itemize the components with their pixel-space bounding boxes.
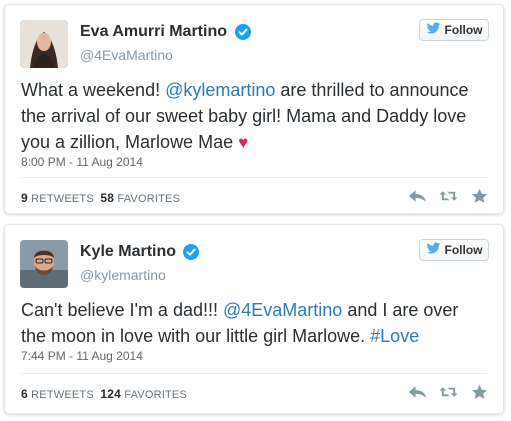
twitter-bird-icon (426, 22, 441, 38)
display-name[interactable]: Kyle Martino (80, 243, 176, 261)
retweets-label[interactable]: RETWEETS (31, 193, 94, 205)
favorite-count[interactable]: 58 (100, 191, 114, 205)
tweet-actions (408, 188, 489, 204)
favorites-label[interactable]: FAVORITES (117, 193, 180, 205)
tweet-stats: 9 RETWEETS 58 FAVORITES (21, 191, 180, 205)
avatar[interactable] (20, 20, 68, 68)
favorite-star-icon[interactable] (470, 188, 489, 204)
tweet-timestamp[interactable]: 7:44 PM - 11 Aug 2014 (21, 349, 143, 363)
reply-icon[interactable] (408, 188, 427, 204)
tweet-timestamp[interactable]: 8:00 PM - 11 Aug 2014 (21, 155, 143, 169)
retweet-icon[interactable] (439, 384, 458, 400)
retweet-count[interactable]: 9 (21, 191, 28, 205)
heart-emoji-icon: ♥ (238, 133, 249, 152)
verified-badge-icon (183, 244, 199, 260)
retweets-label[interactable]: RETWEETS (31, 389, 94, 401)
tweet-text-part: What a weekend! (21, 80, 166, 100)
retweet-icon[interactable] (439, 188, 458, 204)
tweet-card: Kyle Martino @kylemartino Follow Can't b… (4, 224, 504, 414)
follow-button[interactable]: Follow (419, 239, 489, 261)
mention-link[interactable]: @kylemartino (165, 80, 275, 100)
avatar[interactable] (20, 240, 68, 288)
twitter-bird-icon (426, 242, 441, 258)
divider (21, 177, 487, 178)
verified-badge-icon (235, 24, 251, 40)
favorite-count[interactable]: 124 (100, 387, 121, 401)
follow-label: Follow (444, 243, 483, 257)
favorites-label[interactable]: FAVORITES (124, 389, 187, 401)
user-handle[interactable]: @kylemartino (80, 267, 166, 283)
tweet-text: Can't believe I'm a dad!!! @4EvaMartino … (21, 297, 487, 349)
tweet-actions (408, 384, 489, 400)
divider (21, 373, 487, 374)
reply-icon[interactable] (408, 384, 427, 400)
follow-button[interactable]: Follow (419, 19, 489, 41)
follow-label: Follow (444, 23, 483, 37)
tweet-stats: 6 RETWEETS 124 FAVORITES (21, 387, 187, 401)
user-handle[interactable]: @4EvaMartino (80, 47, 173, 63)
tweet-text-part: Can't believe I'm a dad!!! (21, 300, 223, 320)
mention-link[interactable]: @4EvaMartino (223, 300, 342, 320)
tweet-text: What a weekend! @kylemartino are thrille… (21, 77, 487, 156)
retweet-count[interactable]: 6 (21, 387, 28, 401)
favorite-star-icon[interactable] (470, 384, 489, 400)
tweet-card: Eva Amurri Martino @4EvaMartino Follow W… (4, 4, 504, 214)
hashtag-link[interactable]: #Love (370, 326, 419, 346)
display-name[interactable]: Eva Amurri Martino (80, 23, 227, 41)
